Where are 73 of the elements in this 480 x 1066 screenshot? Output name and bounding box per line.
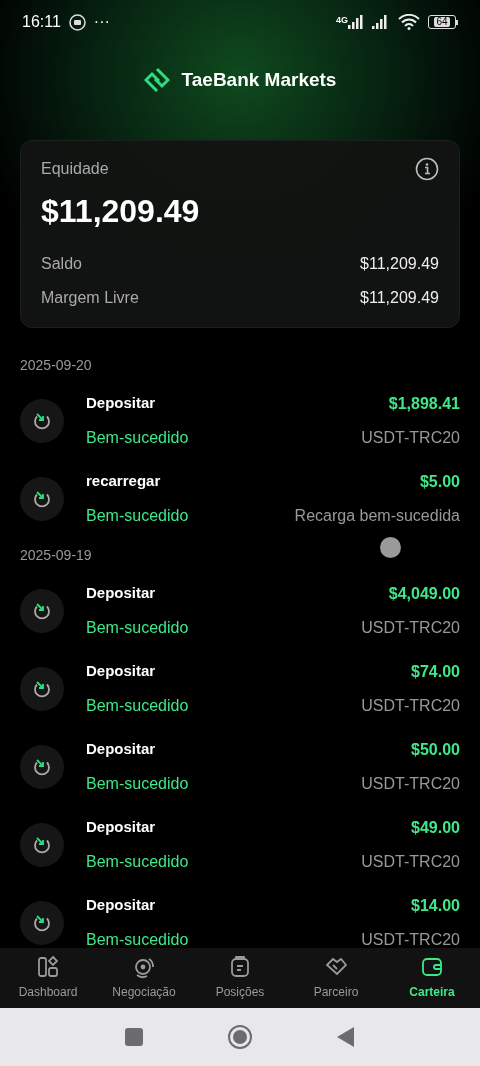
transaction-type: Depositar (86, 895, 156, 915)
clock: 16:11 (22, 12, 61, 32)
transaction-row[interactable]: Depositar $50.00 Bem-sucedido USDT-TRC20 (0, 728, 480, 806)
transaction-status: Bem-sucedido (86, 696, 189, 716)
transaction-network: USDT-TRC20 (361, 618, 460, 638)
transaction-row[interactable]: Depositar $4,049.00 Bem-sucedido USDT-TRC20 (0, 572, 480, 650)
deposit-icon (20, 477, 64, 521)
transaction-network: USDT-TRC20 (361, 774, 460, 794)
transaction-network: USDT-TRC20 (361, 696, 460, 716)
transaction-network: USDT-TRC20 (361, 852, 460, 872)
transaction-network: USDT-TRC20 (361, 930, 460, 948)
transaction-row[interactable]: recarregar $5.00 Bem-sucedido Recarga bem-sucedida (0, 460, 480, 538)
transaction-amount: $50.00 (411, 740, 460, 760)
transaction-row[interactable]: Depositar $74.00 Bem-sucedido USDT-TRC20 (0, 650, 480, 728)
transaction-type: recarregar (86, 471, 161, 491)
trade-icon (132, 955, 156, 979)
nav-tab[interactable]: Negociação (96, 948, 192, 1008)
touch-indicator (380, 537, 401, 558)
notification-icon (68, 13, 86, 31)
summary-value: $11,209.49 (360, 254, 439, 274)
transaction-status: Bem-sucedido (86, 506, 189, 526)
network-type: 4G (336, 14, 348, 27)
transaction-amount: $14.00 (411, 896, 460, 916)
summary-label: Saldo (41, 254, 82, 274)
transaction-status: Bem-sucedido (86, 618, 189, 638)
deposit-icon (20, 399, 64, 443)
transaction-type: Depositar (86, 583, 156, 603)
transaction-row[interactable]: Depositar $1,898.41 Bem-sucedido USDT-TRC20 (0, 382, 480, 460)
brand-name: TaeBank Markets (181, 67, 337, 92)
transaction-row[interactable]: Depositar $14.00 Bem-sucedido USDT-TRC20 (0, 884, 480, 948)
home-icon[interactable] (227, 1024, 253, 1050)
transaction-status: Bem-sucedido (86, 428, 189, 448)
deposit-icon (20, 589, 64, 633)
transaction-amount: $4,049.00 (388, 584, 460, 604)
nav-tab[interactable]: Carteira (384, 948, 480, 1008)
summary-label: Margem Livre (41, 288, 139, 308)
transaction-status: Bem-sucedido (86, 852, 189, 872)
transaction-row[interactable]: Depositar $49.00 Bem-sucedido USDT-TRC20 (0, 806, 480, 884)
more-notifications: ··· (93, 12, 110, 32)
equity-value: $11,209.49 (41, 192, 201, 231)
battery-icon: 64 (428, 15, 458, 29)
info-icon[interactable] (415, 157, 439, 181)
nav-tab[interactable]: Posições (192, 948, 288, 1008)
dashboard-icon (36, 955, 60, 979)
wallet-icon (420, 955, 444, 979)
logo-icon (143, 67, 170, 93)
deposit-icon (20, 901, 64, 945)
transaction-status: Bem-sucedido (86, 930, 189, 948)
signal-icon (348, 15, 364, 29)
transaction-amount: $5.00 (419, 472, 460, 492)
transaction-network: Recarga bem-sucedida (294, 506, 460, 526)
transaction-type: Depositar (86, 393, 156, 413)
nav-tab[interactable]: Parceiro (288, 948, 384, 1008)
transaction-type: Depositar (86, 817, 156, 837)
date-header: 2025-09-20 (20, 355, 92, 375)
deposit-icon (20, 667, 64, 711)
wifi-icon (398, 14, 420, 30)
transaction-type: Depositar (86, 739, 156, 759)
date-header: 2025-09-19 (20, 545, 92, 565)
transaction-type: Depositar (86, 661, 156, 681)
equity-label: Equidade (41, 159, 109, 179)
back-icon[interactable] (337, 1027, 355, 1047)
deposit-icon (20, 823, 64, 867)
signal-icon (372, 15, 390, 29)
transaction-amount: $1,898.41 (388, 394, 460, 414)
summary-value: $11,209.49 (360, 288, 439, 308)
transaction-status: Bem-sucedido (86, 774, 189, 794)
transaction-amount: $74.00 (411, 662, 460, 682)
nav-tab[interactable]: Dashboard (0, 948, 96, 1008)
deposit-icon (20, 745, 64, 789)
transaction-network: USDT-TRC20 (361, 428, 460, 448)
positions-icon (228, 955, 252, 979)
transaction-amount: $49.00 (411, 818, 460, 838)
